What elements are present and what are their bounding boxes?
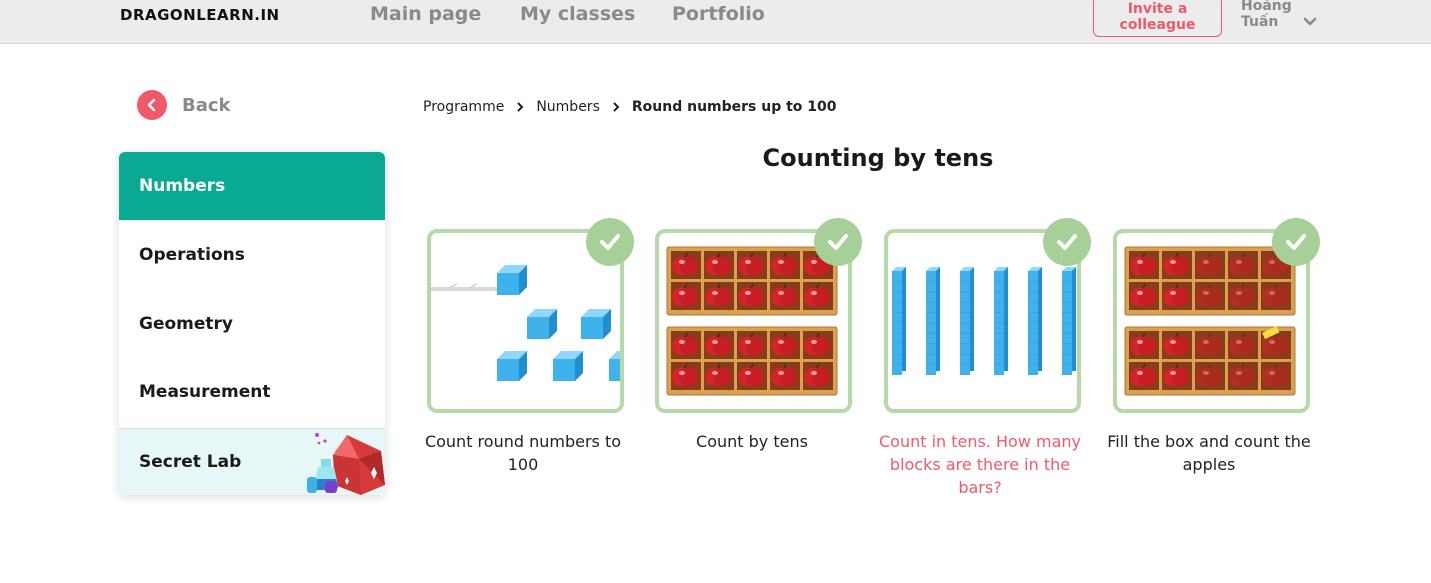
sidebar-item-numbers[interactable]: Numbers <box>119 152 385 220</box>
top-bar: DRAGONLEARN.IN Main page My classes Port… <box>0 0 1431 44</box>
check-icon <box>814 218 862 266</box>
apple-crates-image <box>666 246 838 396</box>
activity-card-3-label[interactable]: Count in tens. How many blocks are there… <box>876 430 1084 499</box>
breadcrumb-programme[interactable]: Programme <box>423 99 504 115</box>
breadcrumb-current: Round numbers up to 100 <box>631 99 837 115</box>
user-last-name: Tuấn <box>1241 14 1279 30</box>
blue-bars-image <box>892 267 1076 375</box>
back-label: Back <box>182 94 231 116</box>
activity-card-3[interactable] <box>884 218 1091 413</box>
chevron-down-icon[interactable] <box>1302 14 1318 30</box>
topic-sidebar: Numbers Operations Geometry Measurement … <box>119 152 385 495</box>
sidebar-item-operations[interactable]: Operations <box>119 221 385 289</box>
sidebar-item-measurement[interactable]: Measurement <box>119 358 385 426</box>
user-first-name: Hoàng <box>1241 0 1292 14</box>
breadcrumb: Programme Numbers Round numbers up to 10… <box>423 97 837 117</box>
sidebar-item-secret-lab[interactable]: Secret Lab <box>119 428 385 495</box>
chevron-right-icon <box>517 102 524 112</box>
activity-card-1[interactable] <box>427 218 634 413</box>
check-icon <box>1272 218 1320 266</box>
logo[interactable]: DRAGONLEARN.IN <box>120 6 280 24</box>
chevron-left-icon <box>147 98 156 112</box>
sidebar-item-geometry[interactable]: Geometry <box>119 290 385 358</box>
back-circle <box>137 90 167 120</box>
nav-my-classes[interactable]: My classes <box>520 3 635 25</box>
activity-card-2-label[interactable]: Count by tens <box>647 430 857 453</box>
activity-card-2[interactable] <box>655 218 862 413</box>
sidebar-item-label: Secret Lab <box>139 452 242 472</box>
activity-card-4[interactable] <box>1113 218 1320 413</box>
chevron-right-icon <box>613 102 620 112</box>
activity-card-1-label[interactable]: Count round numbers to 100 <box>418 430 628 476</box>
invite-colleague-button[interactable]: Invite a colleague <box>1093 0 1222 37</box>
blue-cubes-image <box>431 265 620 381</box>
secret-lab-illustration <box>307 433 385 495</box>
apple-crates-faded-image <box>1124 246 1296 396</box>
page-title: Counting by tens <box>762 144 994 172</box>
breadcrumb-numbers[interactable]: Numbers <box>536 99 600 115</box>
nav-portfolio[interactable]: Portfolio <box>672 3 765 25</box>
activity-card-4-label[interactable]: Fill the box and count the apples <box>1104 430 1314 476</box>
user-name[interactable]: Hoàng Tuấn <box>1241 0 1292 30</box>
check-icon <box>586 218 634 266</box>
back-button[interactable]: Back <box>137 90 231 120</box>
nav-main-page[interactable]: Main page <box>370 3 481 25</box>
check-icon <box>1043 218 1091 266</box>
